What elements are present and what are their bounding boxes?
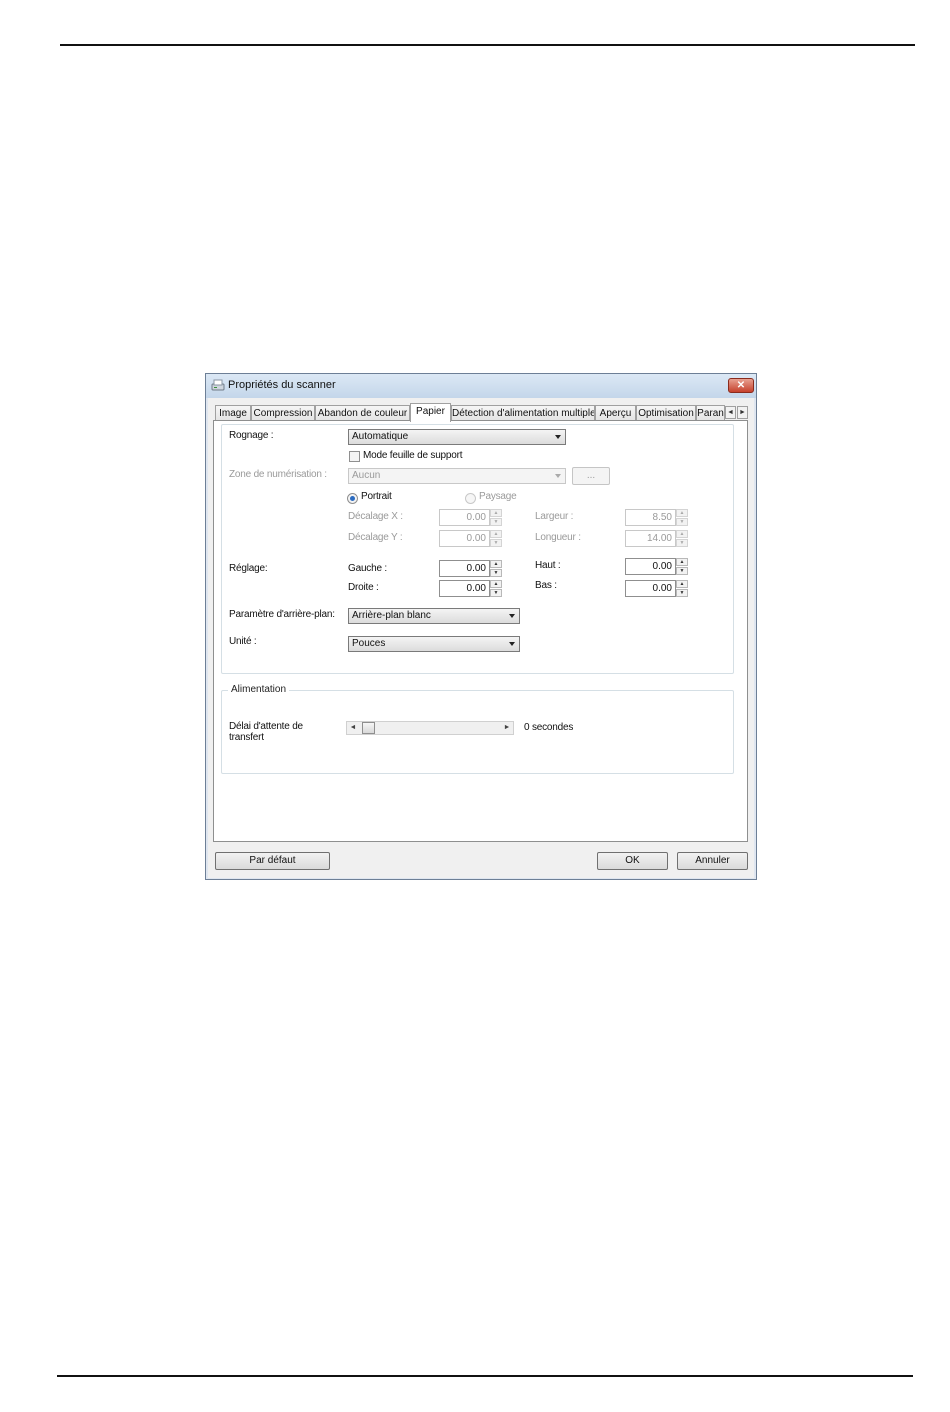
transfer-delay-label-line1: Délai d'attente de bbox=[229, 721, 303, 732]
transfer-delay-slider[interactable]: ◄ ► bbox=[346, 721, 514, 735]
tab-image[interactable]: Image bbox=[215, 405, 251, 421]
portrait-label: Portrait bbox=[361, 491, 392, 502]
scan-area-label: Zone de numérisation : bbox=[229, 469, 327, 480]
offset-x-label: Décalage X : bbox=[348, 511, 403, 522]
cropping-dropdown[interactable]: Automatique bbox=[348, 429, 566, 445]
offset-y-label: Décalage Y : bbox=[348, 532, 403, 543]
scan-area-dropdown[interactable]: Aucun bbox=[348, 468, 566, 484]
spin-up-icon[interactable]: ▲ bbox=[676, 530, 688, 538]
adjust-left-spinner[interactable]: 0.00 ▲ ▼ bbox=[439, 560, 503, 577]
unit-value: Pouces bbox=[352, 638, 386, 649]
adjust-left-label: Gauche : bbox=[348, 563, 387, 574]
tab-optimization[interactable]: Optimisation bbox=[636, 405, 696, 421]
paper-tab-page: Rognage : Automatique Mode feuille de su… bbox=[213, 420, 748, 842]
window-title: Propriétés du scanner bbox=[228, 379, 336, 391]
spin-down-icon[interactable]: ▼ bbox=[676, 589, 688, 597]
header-rule bbox=[60, 44, 915, 46]
cancel-button[interactable]: Annuler bbox=[677, 852, 748, 870]
cropping-label: Rognage : bbox=[229, 430, 274, 441]
length-input[interactable]: 14.00 bbox=[625, 530, 676, 547]
chevron-down-icon bbox=[509, 642, 515, 646]
chevron-down-icon bbox=[555, 474, 561, 478]
portrait-radio[interactable] bbox=[347, 493, 358, 504]
slider-left-arrow-icon[interactable]: ◄ bbox=[347, 722, 359, 734]
cropping-value: Automatique bbox=[352, 431, 409, 442]
slider-thumb[interactable] bbox=[362, 722, 375, 734]
spin-up-icon[interactable]: ▲ bbox=[676, 509, 688, 517]
offset-x-spinner[interactable]: 0.00 ▲ ▼ bbox=[439, 509, 503, 526]
spin-up-icon[interactable]: ▲ bbox=[490, 580, 502, 588]
background-dropdown[interactable]: Arrière-plan blanc bbox=[348, 608, 520, 624]
scanner-icon bbox=[211, 379, 225, 391]
spin-down-icon[interactable]: ▼ bbox=[676, 539, 688, 547]
ok-button[interactable]: OK bbox=[597, 852, 668, 870]
width-spinner[interactable]: 8.50 ▲ ▼ bbox=[625, 509, 689, 526]
tab-compression[interactable]: Compression bbox=[251, 405, 315, 421]
chevron-down-icon bbox=[555, 435, 561, 439]
spin-down-icon[interactable]: ▼ bbox=[676, 518, 688, 526]
landscape-label: Paysage bbox=[479, 491, 517, 502]
footer-rule bbox=[57, 1375, 913, 1377]
width-label: Largeur : bbox=[535, 511, 574, 522]
tab-settings-truncated[interactable]: Paran bbox=[696, 405, 725, 421]
spin-down-icon[interactable]: ▼ bbox=[676, 567, 688, 575]
adjust-top-spinner[interactable]: 0.00 ▲ ▼ bbox=[625, 558, 689, 575]
transfer-delay-label-line2: transfert bbox=[229, 732, 264, 743]
title-bar[interactable]: Propriétés du scanner ✕ bbox=[206, 374, 756, 398]
offset-y-spinner[interactable]: 0.00 ▲ ▼ bbox=[439, 530, 503, 547]
background-label: Paramètre d'arrière-plan: bbox=[229, 609, 335, 620]
length-spinner[interactable]: 14.00 ▲ ▼ bbox=[625, 530, 689, 547]
spin-down-icon[interactable]: ▼ bbox=[490, 589, 502, 597]
spin-up-icon[interactable]: ▲ bbox=[490, 509, 502, 517]
spin-down-icon[interactable]: ▼ bbox=[490, 518, 502, 526]
chevron-down-icon bbox=[509, 614, 515, 618]
carrier-mode-label: Mode feuille de support bbox=[363, 450, 463, 461]
dialog-client-area: Image Compression Abandon de couleur Pap… bbox=[208, 398, 754, 878]
adjust-top-input[interactable]: 0.00 bbox=[625, 558, 676, 575]
adjust-bottom-input[interactable]: 0.00 bbox=[625, 580, 676, 597]
carrier-mode-checkbox[interactable] bbox=[349, 451, 360, 462]
spin-up-icon[interactable]: ▲ bbox=[676, 580, 688, 588]
tab-scroll-left-icon[interactable]: ◄ bbox=[725, 406, 736, 419]
close-button[interactable]: ✕ bbox=[728, 378, 754, 393]
tab-multifeed-detection[interactable]: Détection d'alimentation multiple bbox=[451, 405, 595, 421]
width-input[interactable]: 8.50 bbox=[625, 509, 676, 526]
tab-preview[interactable]: Aperçu bbox=[595, 405, 636, 421]
offset-y-input[interactable]: 0.00 bbox=[439, 530, 490, 547]
scan-area-browse-button[interactable]: ... bbox=[572, 467, 610, 485]
adjust-top-label: Haut : bbox=[535, 560, 561, 571]
tab-paper[interactable]: Papier bbox=[410, 403, 451, 422]
scanner-properties-dialog: Propriétés du scanner ✕ Image Compressio… bbox=[205, 373, 757, 880]
unit-dropdown[interactable]: Pouces bbox=[348, 636, 520, 652]
adjust-right-spinner[interactable]: 0.00 ▲ ▼ bbox=[439, 580, 503, 597]
spin-up-icon[interactable]: ▲ bbox=[490, 530, 502, 538]
transfer-delay-value: 0 secondes bbox=[524, 722, 574, 733]
adjust-left-input[interactable]: 0.00 bbox=[439, 560, 490, 577]
adjust-label: Réglage: bbox=[229, 563, 268, 574]
tab-scroll-right-icon[interactable]: ► bbox=[737, 406, 748, 419]
spin-up-icon[interactable]: ▲ bbox=[490, 560, 502, 568]
length-label: Longueur : bbox=[535, 532, 581, 543]
spin-down-icon[interactable]: ▼ bbox=[490, 539, 502, 547]
scan-area-value: Aucun bbox=[352, 470, 381, 481]
adjust-right-label: Droite : bbox=[348, 582, 379, 593]
spin-down-icon[interactable]: ▼ bbox=[490, 569, 502, 577]
spin-up-icon[interactable]: ▲ bbox=[676, 558, 688, 566]
unit-label: Unité : bbox=[229, 636, 257, 647]
adjust-bottom-label: Bas : bbox=[535, 580, 557, 591]
offset-x-input[interactable]: 0.00 bbox=[439, 509, 490, 526]
slider-right-arrow-icon[interactable]: ► bbox=[501, 722, 513, 734]
adjust-bottom-spinner[interactable]: 0.00 ▲ ▼ bbox=[625, 580, 689, 597]
tab-color-dropout[interactable]: Abandon de couleur bbox=[315, 405, 410, 421]
default-button[interactable]: Par défaut bbox=[215, 852, 330, 870]
landscape-radio[interactable] bbox=[465, 493, 476, 504]
adjust-right-input[interactable]: 0.00 bbox=[439, 580, 490, 597]
feeding-group-title: Alimentation bbox=[228, 684, 290, 695]
background-value: Arrière-plan blanc bbox=[352, 610, 431, 621]
